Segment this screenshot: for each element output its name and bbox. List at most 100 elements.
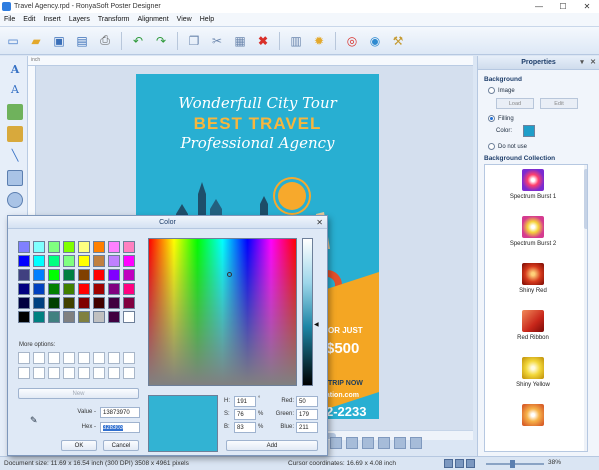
save-icon[interactable]: ▣ bbox=[50, 32, 68, 50]
color-swatch[interactable] bbox=[48, 311, 60, 323]
menu-layers[interactable]: Layers bbox=[65, 16, 94, 23]
minimize-button[interactable]: — bbox=[527, 0, 551, 13]
custom-color-slot[interactable] bbox=[18, 367, 30, 379]
redo-icon[interactable]: ↷ bbox=[152, 32, 170, 50]
radio-do-not-use[interactable] bbox=[488, 143, 495, 150]
single-page-icon[interactable] bbox=[444, 459, 453, 468]
align-middle-icon[interactable] bbox=[394, 437, 406, 449]
align-center-icon[interactable] bbox=[346, 437, 358, 449]
new-color-button[interactable]: New bbox=[18, 388, 139, 399]
align-left-icon[interactable] bbox=[330, 437, 342, 449]
custom-color-slot[interactable] bbox=[108, 367, 120, 379]
background-collection-list[interactable]: Spectrum Burst 1 Spectrum Burst 2 Shiny … bbox=[484, 164, 588, 452]
load-button[interactable]: Load bbox=[496, 98, 534, 109]
color-swatch[interactable] bbox=[63, 255, 75, 267]
brightness-slider-arrow[interactable]: ◀ bbox=[314, 321, 319, 328]
color-swatch[interactable] bbox=[18, 283, 30, 295]
color-swatch[interactable] bbox=[18, 311, 30, 323]
add-button[interactable]: Add bbox=[226, 440, 318, 451]
spectrum-cursor[interactable] bbox=[227, 272, 232, 277]
zoom-slider[interactable] bbox=[486, 463, 544, 465]
color-spectrum[interactable] bbox=[148, 238, 297, 386]
undo-icon[interactable]: ↶ bbox=[129, 32, 147, 50]
edit-button[interactable]: Edit bbox=[540, 98, 578, 109]
save-as-icon[interactable]: ▤ bbox=[73, 32, 91, 50]
color-swatch[interactable] bbox=[123, 311, 135, 323]
menu-file[interactable]: File bbox=[0, 16, 19, 23]
custom-color-slot[interactable] bbox=[63, 367, 75, 379]
fill-color-swatch[interactable] bbox=[523, 125, 535, 137]
panel-dropdown-icon[interactable]: ▾ bbox=[577, 58, 587, 68]
color-swatch[interactable] bbox=[63, 241, 75, 253]
color-swatch[interactable] bbox=[63, 297, 75, 309]
fit-width-icon[interactable] bbox=[455, 459, 464, 468]
custom-color-slot[interactable] bbox=[33, 367, 45, 379]
color-swatch[interactable] bbox=[48, 255, 60, 267]
menu-help[interactable]: Help bbox=[196, 16, 218, 23]
custom-color-slot[interactable] bbox=[63, 352, 75, 364]
custom-color-slot[interactable] bbox=[108, 352, 120, 364]
green-field[interactable]: 179 bbox=[296, 409, 318, 420]
custom-color-slot[interactable] bbox=[48, 367, 60, 379]
poster-line-3[interactable]: Professional Agency bbox=[136, 134, 379, 152]
open-icon[interactable]: ▰ bbox=[27, 32, 45, 50]
color-swatch[interactable] bbox=[123, 241, 135, 253]
collection-item[interactable] bbox=[485, 404, 581, 429]
menu-edit[interactable]: Edit bbox=[19, 16, 39, 23]
color-swatch[interactable] bbox=[78, 311, 90, 323]
color-swatch[interactable] bbox=[93, 255, 105, 267]
color-swatch[interactable] bbox=[93, 283, 105, 295]
color-swatch[interactable] bbox=[33, 297, 45, 309]
page-setup-icon[interactable]: ▥ bbox=[287, 32, 305, 50]
color-swatch[interactable] bbox=[33, 241, 45, 253]
color-swatch[interactable] bbox=[78, 255, 90, 267]
color-swatch[interactable] bbox=[123, 255, 135, 267]
blue-field[interactable]: 211 bbox=[296, 422, 318, 433]
delete-icon[interactable]: ✖ bbox=[254, 32, 272, 50]
color-swatch[interactable] bbox=[123, 283, 135, 295]
collection-item[interactable]: Red Ribbon bbox=[485, 310, 581, 341]
brightness-slider[interactable] bbox=[302, 238, 313, 386]
color-swatch[interactable] bbox=[93, 269, 105, 281]
align-bottom-icon[interactable] bbox=[410, 437, 422, 449]
panel-close-icon[interactable]: ✕ bbox=[588, 58, 598, 68]
color-swatch[interactable] bbox=[48, 283, 60, 295]
eyedropper-icon[interactable]: ✎ bbox=[30, 415, 38, 426]
rectangle-tool-icon[interactable] bbox=[7, 170, 23, 186]
custom-color-slot[interactable] bbox=[78, 352, 90, 364]
h-field[interactable]: 191 bbox=[234, 396, 256, 407]
new-icon[interactable]: ▭ bbox=[4, 32, 22, 50]
color-swatch[interactable] bbox=[18, 269, 30, 281]
color-swatch[interactable] bbox=[93, 297, 105, 309]
collection-scroll-thumb[interactable] bbox=[584, 169, 587, 229]
color-swatch[interactable] bbox=[63, 269, 75, 281]
color-swatch[interactable] bbox=[108, 241, 120, 253]
custom-color-slot[interactable] bbox=[123, 352, 135, 364]
image-tool-icon[interactable] bbox=[7, 104, 23, 120]
collection-scrollbar[interactable] bbox=[584, 165, 587, 451]
color-swatch[interactable] bbox=[78, 269, 90, 281]
settings-icon[interactable]: ✹ bbox=[310, 32, 328, 50]
color-swatch[interactable] bbox=[108, 311, 120, 323]
close-button[interactable]: ✕ bbox=[575, 0, 599, 13]
dialog-close-icon[interactable]: ✕ bbox=[316, 216, 323, 229]
promo-text-1[interactable]: OR JUST bbox=[328, 326, 363, 335]
menu-insert[interactable]: Insert bbox=[39, 16, 65, 23]
align-top-icon[interactable] bbox=[378, 437, 390, 449]
promo-price[interactable]: $500 bbox=[326, 340, 359, 357]
color-swatch[interactable] bbox=[63, 283, 75, 295]
collection-item[interactable]: Spectrum Burst 1 bbox=[485, 169, 581, 200]
color-swatch[interactable] bbox=[93, 241, 105, 253]
color-swatch[interactable] bbox=[78, 241, 90, 253]
color-swatch[interactable] bbox=[108, 297, 120, 309]
clipart-tool-icon[interactable] bbox=[7, 126, 23, 142]
menu-view[interactable]: View bbox=[173, 16, 196, 23]
cancel-button[interactable]: Cancel bbox=[103, 440, 139, 451]
poster-line-2[interactable]: BEST TRAVEL bbox=[136, 114, 379, 134]
menu-transform[interactable]: Transform bbox=[94, 16, 134, 23]
copy-icon[interactable]: ❐ bbox=[185, 32, 203, 50]
custom-color-slot[interactable] bbox=[48, 352, 60, 364]
print-icon[interactable]: ⎙ bbox=[96, 32, 114, 50]
custom-color-slot[interactable] bbox=[123, 367, 135, 379]
help-icon[interactable]: ◎ bbox=[343, 32, 361, 50]
